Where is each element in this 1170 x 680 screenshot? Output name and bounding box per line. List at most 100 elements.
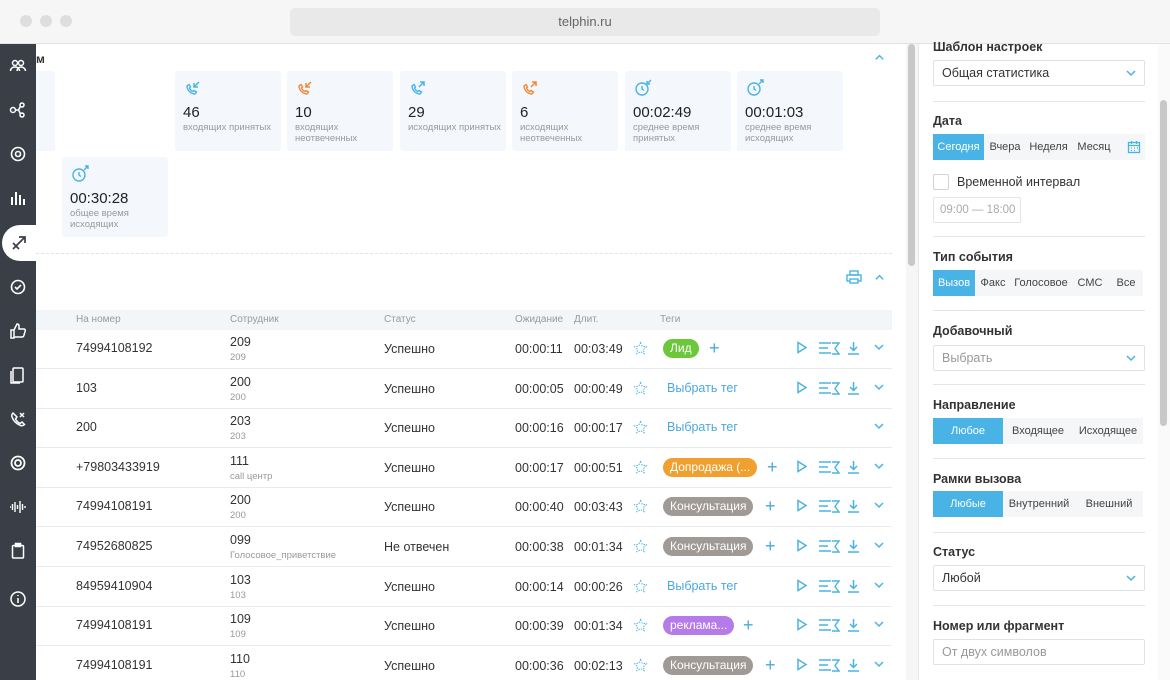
add-tag-plus-icon[interactable]: + <box>765 496 776 516</box>
scope-tab-any[interactable]: Любые <box>933 491 1003 517</box>
call-history-icon[interactable] <box>2 225 36 261</box>
select-tag-link[interactable]: Выбрать тег <box>667 579 738 593</box>
template-select[interactable]: Общая статистика <box>933 60 1145 86</box>
row-tag[interactable]: реклама... <box>663 616 735 636</box>
date-tab-yesterday[interactable]: Вчера <box>984 134 1026 160</box>
download-icon[interactable] <box>847 499 860 514</box>
voice-wave-icon[interactable] <box>0 489 36 525</box>
transcript-icon[interactable] <box>818 341 840 356</box>
routing-icon[interactable] <box>0 92 36 128</box>
extension-select[interactable]: Выбрать <box>933 345 1145 371</box>
print-icon[interactable] <box>846 270 862 284</box>
number-filter-input[interactable]: От двух символов <box>933 639 1145 665</box>
header-to-number[interactable]: На номер <box>76 314 121 325</box>
transcript-icon[interactable] <box>818 579 840 594</box>
event-tab-call[interactable]: Вызов <box>933 270 975 296</box>
event-tab-sms[interactable]: СМС <box>1071 270 1109 296</box>
main-scroll-thumb[interactable] <box>908 44 915 266</box>
transcript-icon[interactable] <box>818 618 840 633</box>
time-interval-input[interactable]: 09:00 — 18:00 <box>933 197 1021 223</box>
row-number[interactable]: 74994108191 <box>76 618 152 632</box>
header-status[interactable]: Статус <box>384 314 416 325</box>
rating-star-icon[interactable] <box>633 658 648 673</box>
header-employee[interactable]: Сотрудник <box>230 314 279 325</box>
direction-tab-incoming[interactable]: Входящее <box>1003 418 1073 444</box>
header-wait[interactable]: Ожидание <box>515 314 563 325</box>
expand-row-chevron-icon[interactable] <box>874 541 884 549</box>
play-icon[interactable] <box>796 380 808 394</box>
transcript-icon[interactable] <box>818 499 840 514</box>
expand-row-chevron-icon[interactable] <box>874 581 884 589</box>
download-icon[interactable] <box>847 460 860 474</box>
row-tag[interactable]: Лид <box>663 339 699 358</box>
table-row[interactable]: 200 203 203 Успешно 00:00:16 00:00:17 Выбрать … <box>36 408 892 449</box>
download-icon[interactable] <box>847 341 860 355</box>
row-number[interactable]: 103 <box>76 381 97 395</box>
download-icon[interactable] <box>847 658 860 672</box>
table-row[interactable]: 74994108191 109 109 Успешно 00:00:39 00:01:34… <box>36 606 892 647</box>
rating-star-icon[interactable] <box>633 499 648 514</box>
event-tab-fax[interactable]: Факс <box>975 270 1011 296</box>
transcript-icon[interactable] <box>818 460 840 475</box>
expand-row-chevron-icon[interactable] <box>874 501 884 509</box>
status-select[interactable]: Любой <box>933 565 1145 591</box>
expand-row-chevron-icon[interactable] <box>874 620 884 628</box>
row-number[interactable]: 74952680825 <box>76 539 152 553</box>
table-row[interactable]: 84959410904 103 103 Успешно 00:00:14 00:00:26… <box>36 567 892 607</box>
row-number[interactable]: 74994108191 <box>76 499 152 513</box>
select-tag-link[interactable]: Выбрать тег <box>667 381 738 395</box>
support-icon[interactable] <box>0 445 36 481</box>
row-tag[interactable]: Допродажа (... <box>663 457 758 477</box>
event-tab-voice[interactable]: Голосовое <box>1011 270 1071 296</box>
header-duration[interactable]: Длит. <box>574 314 598 325</box>
window-maximize-dot[interactable] <box>60 15 72 27</box>
direction-tab-outgoing[interactable]: Исходящее <box>1073 418 1143 444</box>
rating-star-icon[interactable] <box>633 380 648 396</box>
download-icon[interactable] <box>847 579 860 593</box>
date-tab-today[interactable]: Сегодня <box>933 134 984 160</box>
scope-tab-internal[interactable]: Внутренний <box>1003 491 1075 517</box>
rating-star-icon[interactable] <box>633 420 648 435</box>
panel-scroll-thumb[interactable] <box>1160 100 1167 426</box>
play-icon[interactable] <box>796 539 808 552</box>
rating-star-icon[interactable] <box>633 618 648 633</box>
row-tag[interactable]: Консультация <box>663 537 754 556</box>
play-icon[interactable] <box>796 459 808 473</box>
direction-tab-any[interactable]: Любое <box>933 418 1003 444</box>
rating-star-icon[interactable] <box>633 578 648 594</box>
download-icon[interactable] <box>847 381 860 395</box>
scope-tab-external[interactable]: Внешний <box>1075 491 1143 517</box>
expand-row-chevron-icon[interactable] <box>874 422 884 430</box>
address-bar[interactable]: telphin.ru <box>290 8 880 36</box>
expand-row-chevron-icon[interactable] <box>874 383 884 391</box>
row-tag[interactable]: Консультация <box>663 655 754 675</box>
rating-star-icon[interactable] <box>633 341 648 356</box>
clipboard-icon[interactable] <box>0 533 36 569</box>
row-tag[interactable]: Консультация <box>663 497 754 517</box>
row-number[interactable]: 200 <box>76 420 97 434</box>
row-number[interactable]: 74994108191 <box>76 658 152 672</box>
add-tag-plus-icon[interactable]: + <box>765 655 776 675</box>
rating-star-icon[interactable] <box>633 539 648 554</box>
table-row[interactable]: 74952680825 099 Голосовое_приветствие Не от… <box>36 527 892 567</box>
thumbs-up-icon[interactable] <box>0 313 36 349</box>
event-tab-all[interactable]: Все <box>1109 270 1143 296</box>
table-row[interactable]: +79803433919 111 call центр Успешно 00:00:17… <box>36 448 892 488</box>
table-row[interactable]: 74994108192 209 209 Успешно 00:00:11 00:03:49… <box>36 329 892 369</box>
download-icon[interactable] <box>847 618 860 632</box>
table-row[interactable]: 103 200 200 Успешно 00:00:05 00:00:49 Выбрать … <box>36 369 892 409</box>
settings-icon[interactable] <box>0 136 36 172</box>
add-tag-plus-icon[interactable]: + <box>765 536 776 556</box>
table-row[interactable]: 74994108191 110 110 Успешно 00:00:36 00:02:13… <box>36 646 892 680</box>
date-tab-month[interactable]: Месяц <box>1071 134 1117 160</box>
expand-row-chevron-icon[interactable] <box>874 343 884 351</box>
row-number[interactable]: 84959410904 <box>76 579 152 593</box>
info-icon[interactable] <box>0 581 36 617</box>
rating-star-icon[interactable] <box>633 460 648 475</box>
row-number[interactable]: 74994108192 <box>76 341 152 355</box>
main-scrollbar[interactable] <box>906 44 918 680</box>
play-icon[interactable] <box>796 499 808 513</box>
collapse-table-chevron-icon[interactable] <box>871 269 887 285</box>
users-icon[interactable] <box>0 48 36 84</box>
statistics-icon[interactable] <box>0 180 36 216</box>
